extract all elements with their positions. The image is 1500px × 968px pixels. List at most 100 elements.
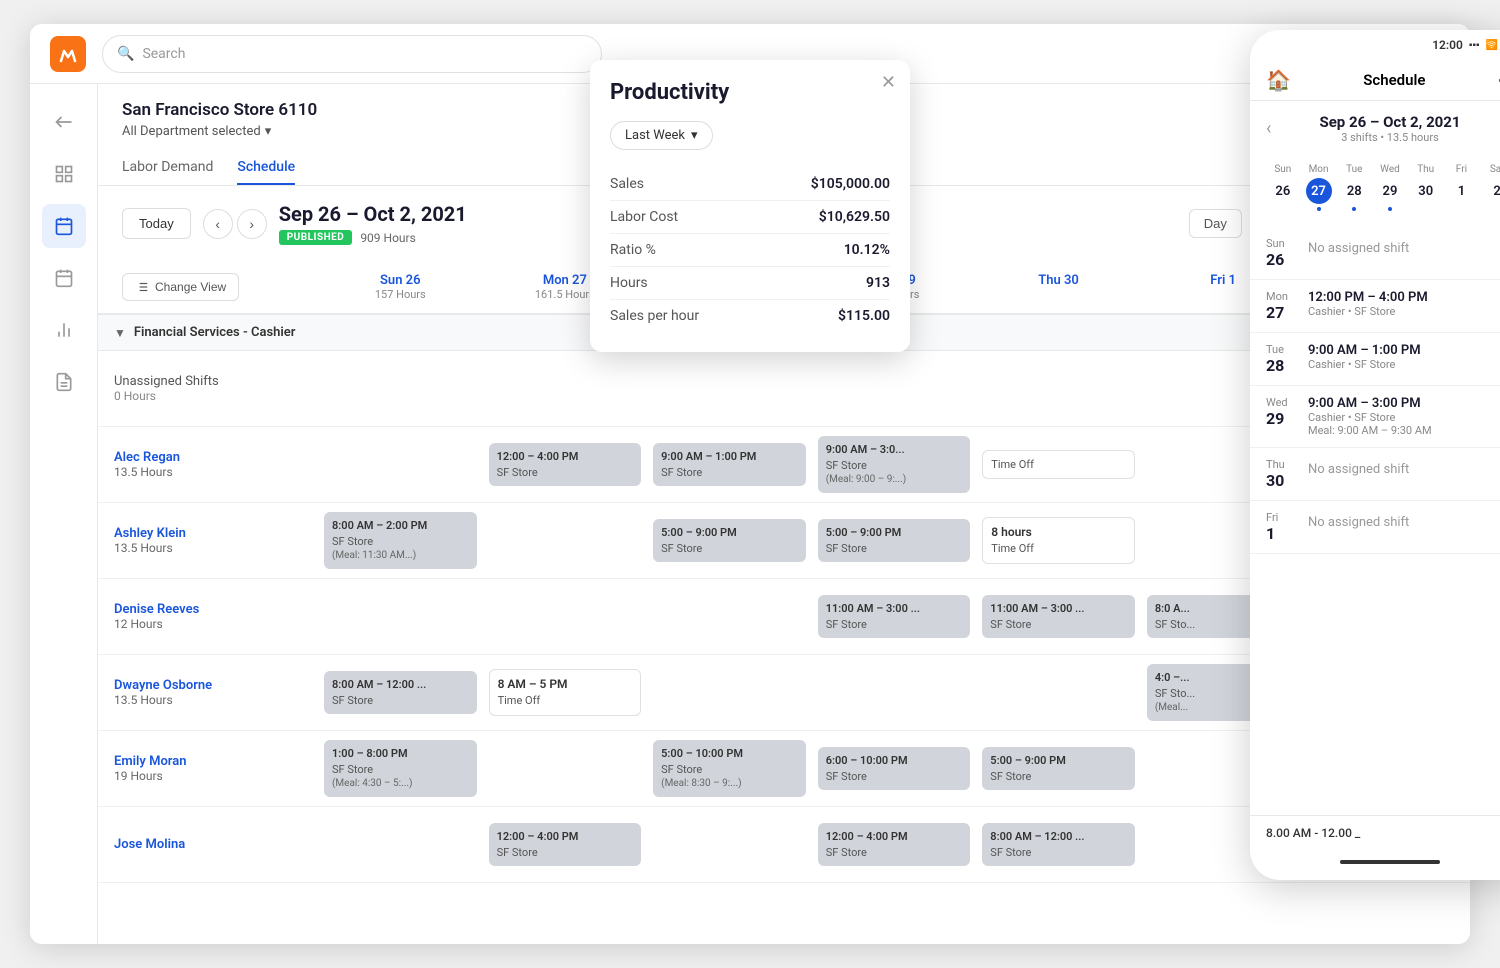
mobile-sub: 3 shifts • 13.5 hours bbox=[1279, 131, 1500, 144]
shift-block[interactable]: 12:00 – 4:00 PM SF Store bbox=[489, 443, 642, 486]
emily-thu[interactable]: 5:00 – 9:00 PM SF Store bbox=[976, 731, 1141, 806]
ashley-wed[interactable]: 5:00 – 9:00 PM SF Store bbox=[812, 503, 977, 578]
mobile-header: 🏠 Schedule ••• bbox=[1250, 60, 1500, 101]
denise-info: Denise Reeves 12 Hours bbox=[98, 579, 318, 654]
mobile-prev-button[interactable]: ‹ bbox=[1266, 118, 1271, 139]
time-off-block[interactable]: 8 hours Time Off bbox=[982, 517, 1135, 563]
shift-block[interactable]: 5:00 – 10:00 PM SF Store (Meal: 8:30 – 9… bbox=[653, 740, 806, 797]
jose-thu[interactable]: 8:00 AM – 12:00 ... SF Store bbox=[976, 807, 1141, 882]
shift-block[interactable]: 5:00 – 9:00 PM SF Store bbox=[982, 747, 1135, 790]
sidebar-item-grid[interactable] bbox=[42, 152, 86, 196]
ashley-hours: 13.5 Hours bbox=[114, 541, 302, 555]
mobile-section-tue[interactable]: Tue 28 9:00 AM – 1:00 PM Cashier • SF St… bbox=[1250, 333, 1500, 386]
unassigned-info: Unassigned Shifts 0 Hours bbox=[98, 351, 318, 426]
productivity-filter-button[interactable]: Last Week ▾ bbox=[610, 121, 713, 150]
tab-labor-demand[interactable]: Labor Demand bbox=[122, 151, 213, 185]
emily-sun[interactable]: 1:00 – 8:00 PM SF Store (Meal: 4:30 – 5:… bbox=[318, 731, 483, 806]
total-hours-label: 909 Hours bbox=[360, 231, 416, 245]
alec-tue[interactable]: 9:00 AM – 1:00 PM SF Store bbox=[647, 427, 812, 502]
mobile-section-wed[interactable]: Wed 29 9:00 AM – 3:00 PM Cashier • SF St… bbox=[1250, 386, 1500, 448]
mobile-day-tue[interactable]: Tue 28 bbox=[1337, 164, 1371, 211]
emily-name[interactable]: Emily Moran bbox=[114, 754, 302, 769]
alec-sun bbox=[318, 427, 483, 502]
emily-tue[interactable]: 5:00 – 10:00 PM SF Store (Meal: 8:30 – 9… bbox=[647, 731, 812, 806]
ashley-tue[interactable]: 5:00 – 9:00 PM SF Store bbox=[647, 503, 812, 578]
collapse-section-icon[interactable]: ▼ bbox=[114, 326, 126, 340]
mobile-home-icon[interactable]: 🏠 bbox=[1266, 68, 1291, 92]
time-off-block[interactable]: Time Off bbox=[982, 450, 1135, 479]
mobile-schedule[interactable]: Sun 26 No assigned shift Mon 27 12:00 PM… bbox=[1250, 219, 1500, 829]
shift-block[interactable]: 6:00 – 10:00 PM SF Store bbox=[818, 747, 971, 790]
search-bar[interactable]: 🔍 Search bbox=[102, 35, 602, 73]
mobile-day-sun: Sun 26 bbox=[1266, 164, 1300, 211]
change-view-button[interactable]: Change View bbox=[122, 273, 239, 301]
sidebar-item-analytics[interactable] bbox=[42, 308, 86, 352]
dwayne-mon[interactable]: 8 AM – 5 PM Time Off bbox=[483, 655, 648, 730]
shift-block[interactable]: 11:00 AM – 3:00 ... SF Store bbox=[818, 595, 971, 638]
sidebar-item-calendar[interactable] bbox=[42, 256, 86, 300]
sidebar-item-collapse[interactable] bbox=[42, 100, 86, 144]
ashley-info: Ashley Klein 13.5 Hours bbox=[98, 503, 318, 578]
mobile-day-sat[interactable]: Sat 2 bbox=[1480, 164, 1500, 211]
mobile-day-wed[interactable]: Wed 29 bbox=[1373, 164, 1407, 211]
next-week-button[interactable]: › bbox=[237, 209, 267, 239]
mobile-fri-label: Fri 1 bbox=[1266, 511, 1296, 543]
denise-thu[interactable]: 11:00 AM – 3:00 ... SF Store bbox=[976, 579, 1141, 654]
emily-wed[interactable]: 6:00 – 10:00 PM SF Store bbox=[812, 731, 977, 806]
sidebar-item-schedule[interactable] bbox=[42, 204, 86, 248]
dept-label: All Department selected bbox=[122, 124, 261, 139]
mobile-tue-shift: 9:00 AM – 1:00 PM Cashier • SF Store bbox=[1308, 343, 1500, 375]
dwayne-info: Dwayne Osborne 13.5 Hours bbox=[98, 655, 318, 730]
shift-block[interactable]: 12:00 – 4:00 PM SF Store bbox=[489, 823, 642, 866]
shift-block[interactable]: 8:00 AM – 2:00 PM SF Store (Meal: 11:30 … bbox=[324, 512, 477, 569]
emily-info: Emily Moran 19 Hours bbox=[98, 731, 318, 806]
jose-wed[interactable]: 12:00 – 4:00 PM SF Store bbox=[812, 807, 977, 882]
prev-week-button[interactable]: ‹ bbox=[203, 209, 233, 239]
shift-block[interactable]: 5:00 – 9:00 PM SF Store bbox=[818, 519, 971, 562]
dwayne-sun[interactable]: 8:00 AM – 12:00 ... SF Store bbox=[318, 655, 483, 730]
dwayne-thu bbox=[976, 655, 1141, 730]
mobile-dot-tue bbox=[1352, 207, 1356, 211]
sidebar-item-reports[interactable] bbox=[42, 360, 86, 404]
shift-cell bbox=[812, 351, 977, 426]
alec-mon[interactable]: 12:00 – 4:00 PM SF Store bbox=[483, 427, 648, 502]
jose-tue bbox=[647, 807, 812, 882]
tab-schedule[interactable]: Schedule bbox=[237, 151, 295, 185]
emily-hours: 19 Hours bbox=[114, 769, 302, 783]
mobile-day-fri[interactable]: Fri 1 bbox=[1445, 164, 1479, 211]
alec-hours: 13.5 Hours bbox=[114, 465, 302, 479]
mobile-section-mon[interactable]: Mon 27 12:00 PM – 4:00 PM Cashier • SF S… bbox=[1250, 280, 1500, 333]
mobile-day-mon[interactable]: Mon 27 bbox=[1302, 164, 1336, 211]
mobile-day-thu[interactable]: Thu 30 bbox=[1409, 164, 1443, 211]
shift-block[interactable]: 8:00 AM – 12:00 ... SF Store bbox=[324, 671, 477, 714]
mobile-home-indicator bbox=[1340, 860, 1440, 864]
jose-mon[interactable]: 12:00 – 4:00 PM SF Store bbox=[483, 807, 648, 882]
shift-block[interactable]: 5:00 – 9:00 PM SF Store bbox=[653, 519, 806, 562]
alec-name[interactable]: Alec Regan bbox=[114, 450, 302, 465]
dept-chevron-icon: ▾ bbox=[265, 124, 272, 139]
alec-wed[interactable]: 9:00 AM – 3:0... SF Store (Meal: 9:00 – … bbox=[812, 427, 977, 502]
shift-block[interactable]: 12:00 – 4:00 PM SF Store bbox=[818, 823, 971, 866]
shift-cell bbox=[976, 351, 1141, 426]
mobile-nav: ‹ Sep 26 – Oct 2, 2021 3 shifts • 13.5 h… bbox=[1250, 101, 1500, 156]
day-view-button[interactable]: Day bbox=[1189, 209, 1242, 238]
dwayne-name[interactable]: Dwayne Osborne bbox=[114, 678, 302, 693]
today-button[interactable]: Today bbox=[122, 208, 191, 239]
shift-block[interactable]: 9:00 AM – 1:00 PM SF Store bbox=[653, 443, 806, 486]
productivity-sph-row: Sales per hour $115.00 bbox=[610, 300, 890, 332]
time-off-block[interactable]: 8 AM – 5 PM Time Off bbox=[489, 669, 642, 715]
denise-wed[interactable]: 11:00 AM – 3:00 ... SF Store bbox=[812, 579, 977, 654]
shift-block[interactable]: 8:00 AM – 12:00 ... SF Store bbox=[982, 823, 1135, 866]
shift-block[interactable]: 1:00 – 8:00 PM SF Store (Meal: 4:30 – 5:… bbox=[324, 740, 477, 797]
sales-value: $105,000.00 bbox=[811, 176, 890, 192]
ashley-thu[interactable]: 8 hours Time Off bbox=[976, 503, 1141, 578]
close-popup-button[interactable]: ✕ bbox=[881, 72, 896, 93]
ashley-sun[interactable]: 8:00 AM – 2:00 PM SF Store (Meal: 11:30 … bbox=[318, 503, 483, 578]
shift-block[interactable]: 9:00 AM – 3:0... SF Store (Meal: 9:00 – … bbox=[818, 436, 971, 493]
shift-block[interactable]: 11:00 AM – 3:00 ... SF Store bbox=[982, 595, 1135, 638]
jose-info: Jose Molina bbox=[98, 807, 318, 882]
alec-thu[interactable]: Time Off bbox=[976, 427, 1141, 502]
denise-name[interactable]: Denise Reeves bbox=[114, 602, 302, 617]
ashley-name[interactable]: Ashley Klein bbox=[114, 526, 302, 541]
jose-name[interactable]: Jose Molina bbox=[114, 837, 302, 852]
